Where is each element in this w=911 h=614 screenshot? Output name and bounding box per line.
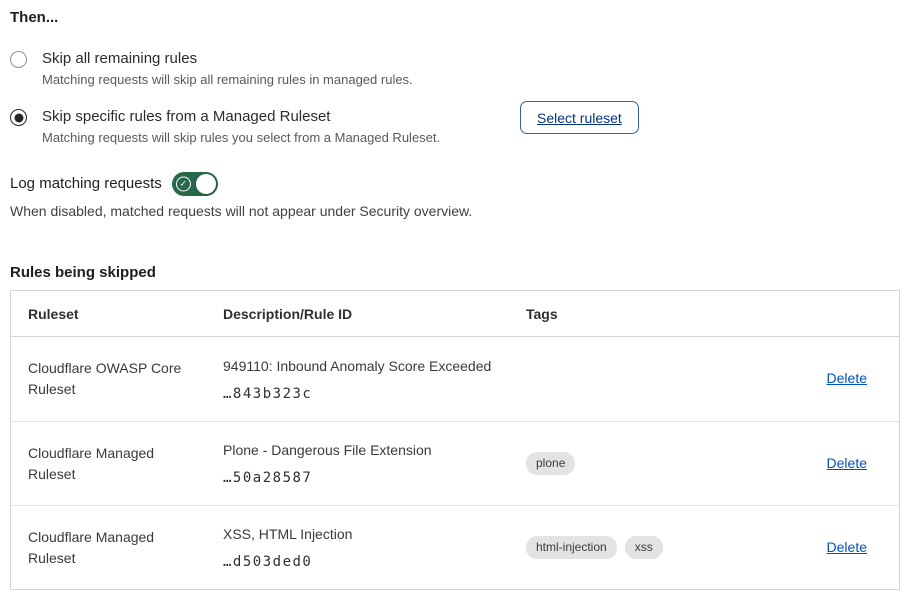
rule-description: 949110: Inbound Anomaly Score Exceeded <box>223 357 526 376</box>
log-matching-label: Log matching requests <box>10 172 162 196</box>
column-header-description: Description/Rule ID <box>223 306 526 322</box>
table-header-row: Ruleset Description/Rule ID Tags <box>11 291 899 337</box>
ruleset-name: Cloudflare Managed Ruleset <box>28 443 223 485</box>
radio-skip-specific-rules[interactable] <box>10 109 27 126</box>
tag-chip: plone <box>526 452 575 475</box>
delete-link[interactable]: Delete <box>827 455 867 471</box>
then-heading: Then... <box>10 8 901 28</box>
rules-table-body: Cloudflare OWASP Core Ruleset 949110: In… <box>11 337 899 589</box>
tags-cell: html-injection xss <box>526 536 811 559</box>
waf-skip-rule-panel: Then... Skip all remaining rules Matchin… <box>0 0 911 590</box>
delete-link[interactable]: Delete <box>827 539 867 555</box>
log-matching-help-text: When disabled, matched requests will not… <box>10 202 901 221</box>
radio-skip-all-remaining[interactable] <box>10 51 27 68</box>
column-header-tags: Tags <box>526 306 811 322</box>
option-label[interactable]: Skip all remaining rules <box>42 48 505 70</box>
table-row: Cloudflare Managed Ruleset XSS, HTML Inj… <box>11 505 899 589</box>
rules-being-skipped-table: Ruleset Description/Rule ID Tags Cloudfl… <box>10 290 900 590</box>
rule-description: Plone - Dangerous File Extension <box>223 441 526 460</box>
column-header-ruleset: Ruleset <box>28 306 223 322</box>
rule-description: XSS, HTML Injection <box>223 525 526 544</box>
ruleset-name: Cloudflare Managed Ruleset <box>28 527 223 569</box>
rule-id: …d503ded0 <box>223 554 526 570</box>
tags-cell: plone <box>526 452 811 475</box>
option-label[interactable]: Skip specific rules from a Managed Rules… <box>42 106 505 128</box>
tag-chip: html-injection <box>526 536 617 559</box>
toggle-knob <box>196 174 216 194</box>
rule-id: …50a28587 <box>223 470 526 486</box>
option-skip-all-remaining: Skip all remaining rules Matching reques… <box>10 48 901 90</box>
rule-id: …843b323c <box>223 386 526 402</box>
option-description: Matching requests will skip all remainin… <box>42 70 505 90</box>
table-row: Cloudflare Managed Ruleset Plone - Dange… <box>11 421 899 505</box>
option-description: Matching requests will skip rules you se… <box>42 128 505 148</box>
table-row: Cloudflare OWASP Core Ruleset 949110: In… <box>11 337 899 421</box>
check-icon: ✓ <box>176 177 191 192</box>
log-matching-toggle[interactable]: ✓ <box>172 172 218 196</box>
delete-link[interactable]: Delete <box>827 370 867 386</box>
ruleset-name: Cloudflare OWASP Core Ruleset <box>28 358 223 400</box>
action-radio-group: Skip all remaining rules Matching reques… <box>10 48 901 148</box>
rules-being-skipped-heading: Rules being skipped <box>10 262 901 284</box>
tag-chip: xss <box>625 536 663 559</box>
log-matching-row: Log matching requests ✓ <box>10 172 901 196</box>
select-ruleset-button[interactable]: Select ruleset <box>520 101 639 134</box>
option-skip-specific-rules: Skip specific rules from a Managed Rules… <box>10 106 901 148</box>
